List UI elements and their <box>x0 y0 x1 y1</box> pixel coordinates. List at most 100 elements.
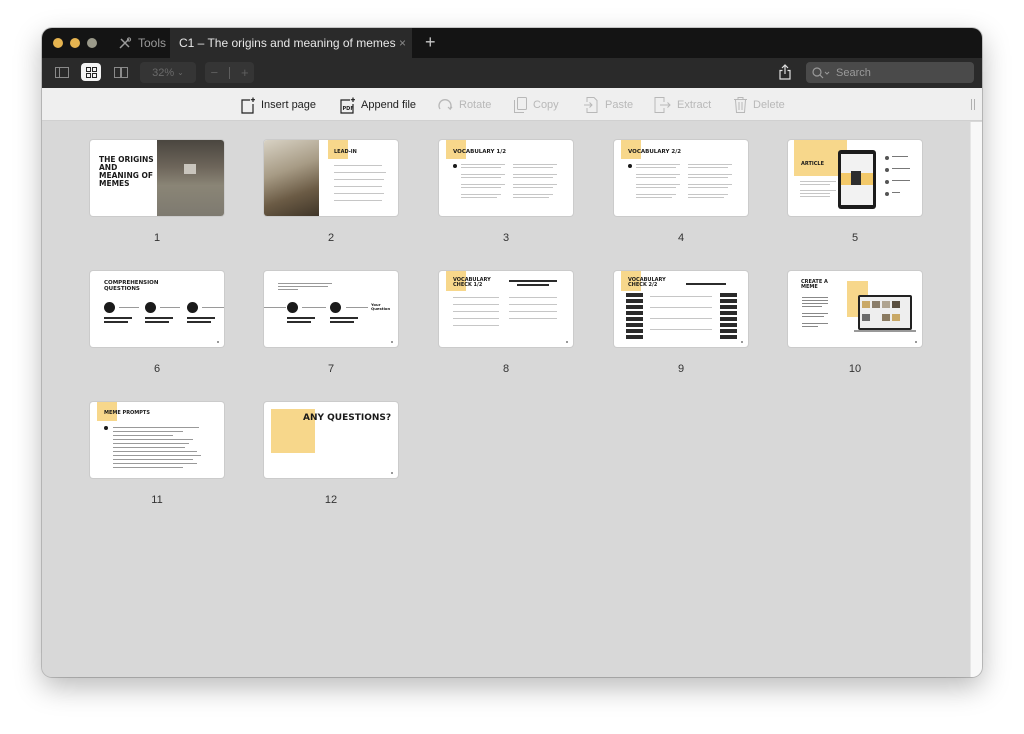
search-placeholder: Search <box>836 66 871 79</box>
zoom-in-button[interactable]: + <box>241 65 249 80</box>
copy-icon <box>514 97 527 113</box>
page-thumbnail-11[interactable]: MEME PROMPTS 11 <box>90 402 224 506</box>
tab-tools[interactable]: Tools <box>118 28 166 58</box>
search-icon <box>812 66 830 78</box>
page-preview: Your Question <box>264 271 398 347</box>
insert-page-icon <box>241 97 255 114</box>
page-thumbnail-12[interactable]: ANY QUESTIONS? 12 <box>264 402 398 506</box>
rotate-button[interactable]: Rotate <box>438 95 491 115</box>
vertical-scrollbar[interactable] <box>970 122 982 677</box>
page-number: 1 <box>153 232 161 244</box>
slide-photo <box>264 140 319 216</box>
slide-title: THE ORIGINS AND MEANING OF MEMES <box>99 155 154 188</box>
append-file-button[interactable]: PDF Append file <box>340 95 416 115</box>
page-preview: ANY QUESTIONS? <box>264 402 398 478</box>
page-number: 2 <box>327 232 335 244</box>
slide-title: ANY QUESTIONS? <box>303 413 392 423</box>
page-number: 9 <box>677 363 685 375</box>
page-thumbnail-7[interactable]: Your Question 7 <box>264 271 398 375</box>
search-input[interactable]: Search <box>806 62 974 83</box>
copy-label: Copy <box>533 99 559 111</box>
slide-title: Your Question <box>371 302 391 311</box>
page-number: 5 <box>851 232 859 244</box>
page-number: 6 <box>153 363 161 375</box>
page-thumbnail-3[interactable]: VOCABULARY 1/2 3 <box>439 140 573 244</box>
append-file-label: Append file <box>361 99 417 111</box>
page-number: 7 <box>327 363 335 375</box>
slide-title: ARTICLE <box>801 161 825 167</box>
page-number: 4 <box>677 232 685 244</box>
page-thumbnail-2[interactable]: LEAD-IN 2 <box>264 140 398 244</box>
page-thumbnail-4[interactable]: VOCABULARY 2/2 4 <box>614 140 748 244</box>
zoom-stepper: − + <box>205 62 254 83</box>
page-preview: THE ORIGINS AND MEANING OF MEMES <box>90 140 224 216</box>
slide-title: VOCABULARY CHECK 1/2 <box>453 277 491 289</box>
close-tab-icon[interactable]: × <box>399 36 406 50</box>
tab-bar: Tools C1 – The origins and meaning of me… <box>42 28 982 58</box>
svg-text:PDF: PDF <box>343 106 354 112</box>
grid-view-button[interactable] <box>81 63 101 81</box>
page-number: 8 <box>502 363 510 375</box>
rotate-icon <box>438 98 453 110</box>
page-thumbnail-8[interactable]: VOCABULARY CHECK 1/2 8 <box>439 271 573 375</box>
page-thumbnail-5[interactable]: ARTICLE 5 <box>788 140 922 244</box>
share-button[interactable] <box>778 64 792 85</box>
app-window: Tools C1 – The origins and meaning of me… <box>42 28 982 677</box>
trash-icon <box>734 97 747 113</box>
page-preview: LEAD-IN <box>264 140 398 216</box>
zoom-level-select[interactable]: 32% ⌄ <box>140 62 196 83</box>
stepper-divider <box>229 66 230 79</box>
page-grid: THE ORIGINS AND MEANING OF MEMES 1 LEAD-… <box>42 122 970 677</box>
slide-photo-detail <box>184 164 196 174</box>
insert-page-label: Insert page <box>261 99 317 111</box>
append-pdf-icon: PDF <box>340 97 355 114</box>
page-preview: MEME PROMPTS <box>90 402 224 478</box>
page-preview: VOCABULARY CHECK 1/2 <box>439 271 573 347</box>
page-preview: CREATE A MEME <box>788 271 922 347</box>
close-window-button[interactable] <box>53 38 63 48</box>
insert-page-button[interactable]: Insert page <box>241 95 316 115</box>
zoom-out-button[interactable]: − <box>210 65 218 80</box>
zoom-level-value: 32% <box>152 66 175 79</box>
page-edit-bar: Insert page PDF Append file Rotate Copy <box>42 88 982 121</box>
minimize-window-button[interactable] <box>70 38 80 48</box>
page-preview: ARTICLE <box>788 140 922 216</box>
page-number: 12 <box>324 494 338 506</box>
rotate-label: Rotate <box>459 99 492 111</box>
page-thumbnail-9[interactable]: VOCABULARY CHECK 2/2 9 <box>614 271 748 375</box>
paste-icon <box>584 97 598 113</box>
page-preview: VOCABULARY 1/2 <box>439 140 573 216</box>
two-page-view-button[interactable] <box>111 63 131 81</box>
paste-button[interactable]: Paste <box>584 95 633 115</box>
copy-button[interactable]: Copy <box>514 95 559 115</box>
page-thumbnail-10[interactable]: CREATE A MEME 10 <box>788 271 922 375</box>
slide-title: LEAD-IN <box>334 149 357 155</box>
page-thumbnail-1[interactable]: THE ORIGINS AND MEANING OF MEMES 1 <box>90 140 224 244</box>
sidebar-view-button[interactable] <box>52 63 72 81</box>
resize-handle[interactable] <box>971 99 975 110</box>
page-preview: VOCABULARY 2/2 <box>614 140 748 216</box>
new-tab-button[interactable]: + <box>425 33 436 51</box>
page-number: 10 <box>848 363 862 375</box>
share-icon <box>779 64 791 80</box>
sidebar-icon <box>55 66 69 78</box>
slide-title: COMPREHENSION QUESTIONS <box>104 280 159 292</box>
delete-button[interactable]: Delete <box>734 95 785 115</box>
zoom-window-button[interactable] <box>87 38 97 48</box>
tab-document[interactable]: C1 – The origins and meaning of memes × <box>170 28 412 58</box>
slide-title: VOCABULARY CHECK 2/2 <box>628 277 666 289</box>
chevron-down-icon: ⌄ <box>177 68 184 77</box>
tools-icon <box>119 36 132 49</box>
two-page-icon <box>114 66 128 78</box>
delete-label: Delete <box>753 99 785 111</box>
tab-document-label: C1 – The origins and meaning of memes <box>179 36 396 50</box>
slide-title: VOCABULARY 1/2 <box>453 149 507 155</box>
page-thumbnail-6[interactable]: COMPREHENSION QUESTIONS 6 <box>90 271 224 375</box>
page-number: 3 <box>502 232 510 244</box>
extract-button[interactable]: Extract <box>654 95 711 115</box>
paste-label: Paste <box>605 99 634 111</box>
page-preview: VOCABULARY CHECK 2/2 <box>614 271 748 347</box>
slide-title: MEME PROMPTS <box>104 410 150 416</box>
main-toolbar: 32% ⌄ − + Search <box>42 58 982 88</box>
page-number: 11 <box>151 494 163 506</box>
